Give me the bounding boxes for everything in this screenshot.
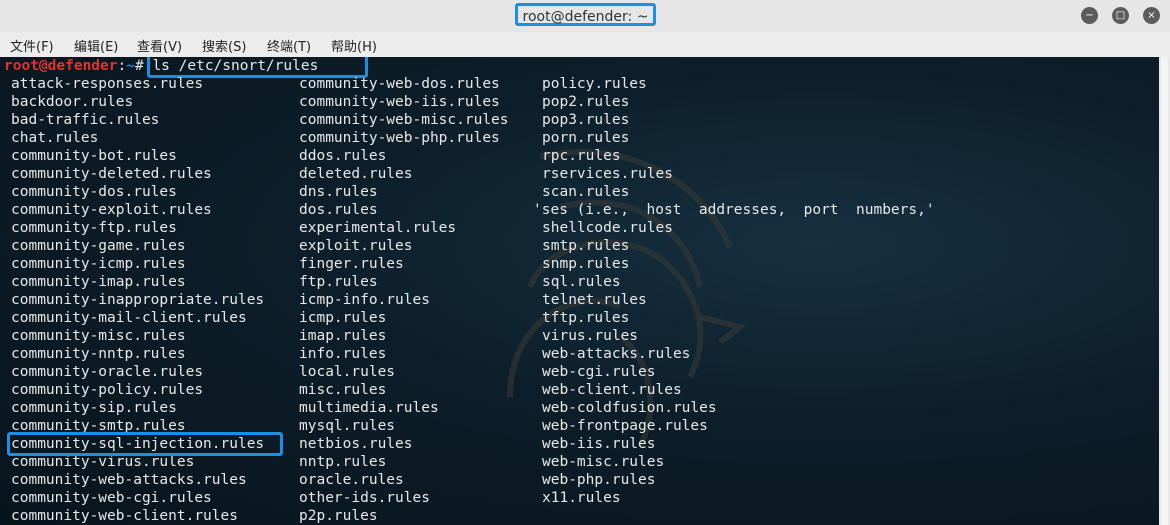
file-entry: pop3.rules <box>542 112 630 128</box>
minimize-icon: − <box>1085 10 1094 21</box>
file-entry: x11.rules <box>542 490 621 506</box>
maximize-button[interactable]: □ <box>1112 7 1129 24</box>
file-entry: oracle.rules <box>299 472 404 488</box>
file-entry: community-game.rules <box>11 238 186 254</box>
file-entry: mysql.rules <box>299 418 396 434</box>
file-entry: pop2.rules <box>542 94 630 110</box>
prompt-user: root@defender <box>4 58 118 74</box>
file-entry: community-nntp.rules <box>11 346 186 362</box>
file-entry: community-web-client.rules <box>11 508 238 524</box>
window-title: root@defender: ~ <box>515 3 656 26</box>
menu-file[interactable]: 文件(F) <box>10 36 54 55</box>
file-entry: telnet.rules <box>542 292 647 308</box>
file-entry: web-coldfusion.rules <box>542 400 717 416</box>
minimize-button[interactable]: − <box>1081 7 1098 24</box>
scrollbar[interactable] <box>1159 57 1170 525</box>
file-entry: web-misc.rules <box>542 454 665 470</box>
file-entry: community-web-misc.rules <box>299 112 509 128</box>
file-entry: community-mail-client.rules <box>11 310 247 326</box>
file-entry: smtp.rules <box>542 238 630 254</box>
menu-search[interactable]: 搜索(S) <box>202 36 246 55</box>
file-entry: community-oracle.rules <box>11 364 204 380</box>
file-entry: community-deleted.rules <box>11 166 212 182</box>
menu-view[interactable]: 查看(V) <box>137 36 182 55</box>
file-entry: ddos.rules <box>299 148 387 164</box>
file-entry: ftp.rules <box>299 274 378 290</box>
file-entry: chat.rules <box>11 130 99 146</box>
file-entry: rservices.rules <box>542 166 673 182</box>
file-entry: backdoor.rules <box>11 94 134 110</box>
maximize-icon: □ <box>1115 10 1126 21</box>
file-entry: community-web-dos.rules <box>299 76 500 92</box>
file-entry: virus.rules <box>542 328 639 344</box>
file-entry: community-misc.rules <box>11 328 186 344</box>
file-entry: community-bot.rules <box>11 148 177 164</box>
selected-file-highlight <box>7 432 283 456</box>
file-entry: community-dos.rules <box>11 184 177 200</box>
file-entry: icmp-info.rules <box>299 292 430 308</box>
file-entry: icmp.rules <box>299 310 387 326</box>
file-entry: p2p.rules <box>299 508 378 524</box>
file-entry: community-exploit.rules <box>11 202 212 218</box>
file-entry: multimedia.rules <box>299 400 439 416</box>
file-entry: community-web-php.rules <box>299 130 500 146</box>
file-entry: exploit.rules <box>299 238 413 254</box>
file-entry: netbios.rules <box>299 436 413 452</box>
file-entry: sql.rules <box>542 274 621 290</box>
file-entry: community-sip.rules <box>11 400 177 416</box>
file-entry: dns.rules <box>299 184 378 200</box>
title-bar[interactable]: root@defender: ~ − □ × <box>0 0 1170 33</box>
file-entry: web-php.rules <box>542 472 656 488</box>
file-entry: web-cgi.rules <box>542 364 656 380</box>
file-entry: misc.rules <box>299 382 387 398</box>
file-entry: web-attacks.rules <box>542 346 691 362</box>
menu-edit[interactable]: 编辑(E) <box>74 36 118 55</box>
file-entry: web-frontpage.rules <box>542 418 708 434</box>
scrollbar-thumb[interactable] <box>1161 57 1168 525</box>
menu-bar: 文件(F) 编辑(E) 查看(V) 搜索(S) 终端(T) 帮助(H) <box>0 32 1170 57</box>
file-entry: imap.rules <box>299 328 387 344</box>
file-entry: shellcode.rules <box>542 220 673 236</box>
file-entry: attack-responses.rules <box>11 76 204 92</box>
file-entry: 'ses (i.e., host addresses, port numbers… <box>533 202 935 218</box>
file-entry: finger.rules <box>299 256 404 272</box>
file-entry: scan.rules <box>542 184 630 200</box>
file-entry: community-web-iis.rules <box>299 94 500 110</box>
terminal-window: root@defender: ~ − □ × 文件(F) 编辑(E) 查看(V)… <box>0 0 1170 525</box>
file-entry: community-icmp.rules <box>11 256 186 272</box>
file-entry: rpc.rules <box>542 148 621 164</box>
file-entry: porn.rules <box>542 130 630 146</box>
file-entry: deleted.rules <box>299 166 413 182</box>
file-entry: community-ftp.rules <box>11 220 177 236</box>
menu-help[interactable]: 帮助(H) <box>331 36 377 55</box>
file-entry: web-iis.rules <box>542 436 656 452</box>
file-entry: local.rules <box>299 364 396 380</box>
file-entry: community-inappropriate.rules <box>11 292 265 308</box>
file-entry: community-imap.rules <box>11 274 186 290</box>
file-entry: dos.rules <box>299 202 378 218</box>
file-entry: community-policy.rules <box>11 382 204 398</box>
terminal-output[interactable]: root@defender:~# ls /etc/snort/rules att… <box>0 57 1170 525</box>
file-entry: info.rules <box>299 346 387 362</box>
file-entry: web-client.rules <box>542 382 682 398</box>
file-entry: bad-traffic.rules <box>11 112 160 128</box>
file-entry: policy.rules <box>542 76 647 92</box>
file-entry: other-ids.rules <box>299 490 430 506</box>
file-entry: tftp.rules <box>542 310 630 326</box>
close-icon: × <box>1147 10 1156 21</box>
file-entry: community-web-cgi.rules <box>11 490 212 506</box>
file-entry: nntp.rules <box>299 454 387 470</box>
close-button[interactable]: × <box>1143 7 1160 24</box>
file-entry: snmp.rules <box>542 256 630 272</box>
menu-terminal[interactable]: 终端(T) <box>267 36 311 55</box>
file-entry: experimental.rules <box>299 220 457 236</box>
file-entry: community-web-attacks.rules <box>11 472 247 488</box>
